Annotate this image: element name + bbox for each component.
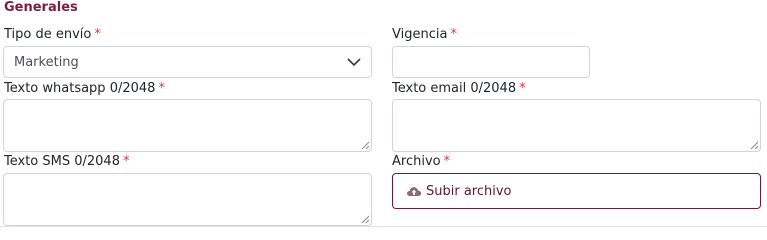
tipo-envio-value: Marketing: [14, 54, 79, 70]
vigencia-input[interactable]: [392, 46, 590, 78]
upload-file-label: Subir archivo: [426, 183, 512, 199]
required-mark: *: [94, 27, 101, 42]
section-title: Generales: [4, 0, 78, 15]
required-mark: *: [158, 81, 165, 96]
archivo-label: Archivo *: [392, 154, 450, 170]
tipo-envio-label-text: Tipo de envío: [4, 27, 92, 42]
tipo-envio-select[interactable]: Marketing: [3, 46, 372, 78]
texto-whatsapp-label-text: Texto whatsapp 0/2048: [4, 81, 156, 96]
texto-email-textarea[interactable]: [392, 99, 761, 152]
divider: [0, 226, 767, 227]
texto-whatsapp-textarea[interactable]: [3, 99, 372, 152]
resize-grip-icon[interactable]: [750, 141, 758, 149]
vigencia-label: Vigencia *: [392, 27, 457, 43]
tipo-envio-label: Tipo de envío *: [4, 27, 101, 43]
texto-email-label-text: Texto email 0/2048: [392, 81, 517, 96]
upload-file-button[interactable]: Subir archivo: [392, 173, 761, 209]
required-mark: *: [450, 27, 457, 42]
cloud-upload-icon: [407, 187, 422, 196]
texto-email-label: Texto email 0/2048 *: [392, 81, 526, 97]
vigencia-label-text: Vigencia: [392, 27, 448, 42]
texto-sms-textarea[interactable]: [3, 173, 372, 226]
required-mark: *: [122, 154, 130, 169]
texto-whatsapp-label: Texto whatsapp 0/2048 *: [4, 81, 165, 97]
required-mark: *: [519, 81, 526, 96]
texto-sms-label: Texto SMS 0/2048 *: [4, 154, 129, 170]
resize-grip-icon[interactable]: [361, 215, 369, 223]
chevron-down-icon: [347, 58, 361, 67]
archivo-label-text: Archivo: [392, 154, 441, 169]
resize-grip-icon[interactable]: [361, 141, 369, 149]
texto-sms-label-text: Texto SMS 0/2048: [4, 154, 120, 169]
required-mark: *: [443, 154, 451, 169]
